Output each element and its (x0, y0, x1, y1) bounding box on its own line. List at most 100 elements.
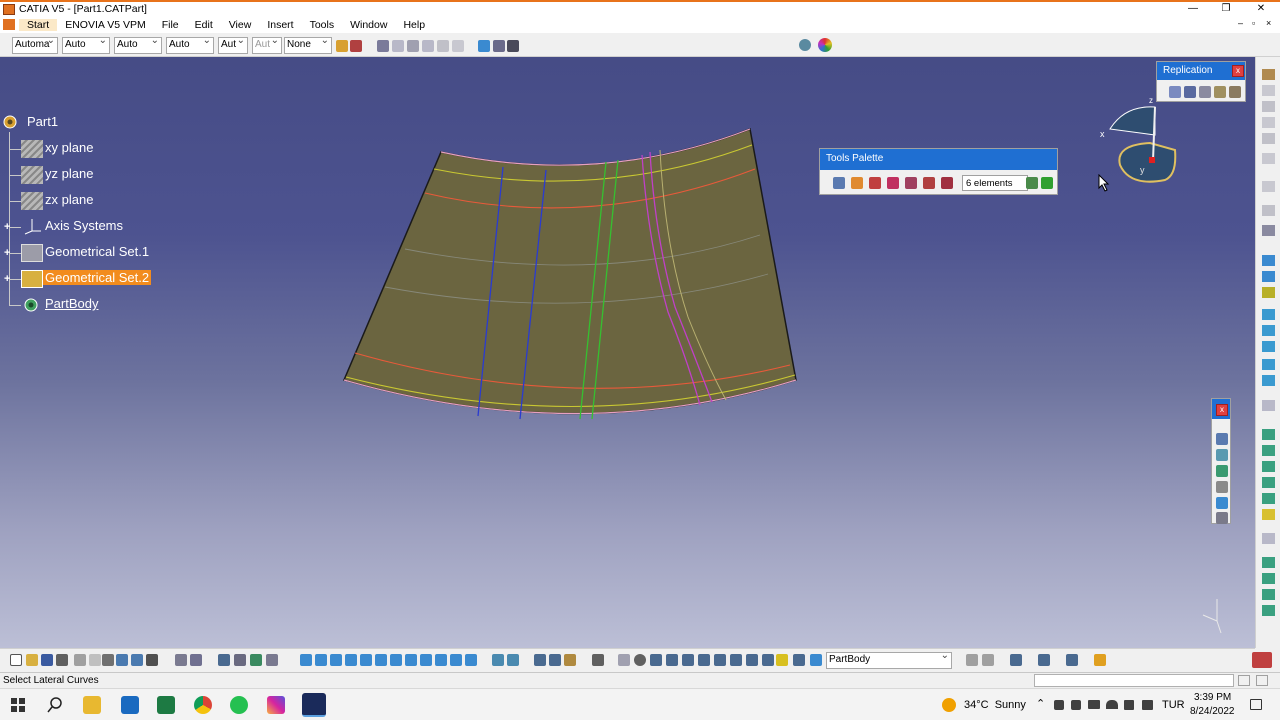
iso-view-icon[interactable] (390, 654, 402, 666)
instantiate-icon[interactable] (1229, 86, 1241, 98)
curves-filter-icon[interactable] (698, 654, 710, 666)
tree-item-xy-plane[interactable]: xy plane (45, 140, 93, 155)
tree-item-geometrical-set-2[interactable]: Geometrical Set.2 (43, 270, 152, 285)
zoom-out-icon[interactable] (345, 654, 357, 666)
transparency-combo[interactable]: Auto (62, 37, 110, 54)
file-explorer-icon[interactable] (83, 696, 101, 714)
color-wheel-icon[interactable] (818, 38, 832, 52)
part-gear-icon[interactable] (1, 113, 19, 131)
remove-icon[interactable] (887, 177, 899, 189)
whatsapp-icon[interactable] (230, 696, 248, 714)
symmetry-icon[interactable] (1262, 589, 1275, 600)
sun-filter-icon[interactable] (776, 654, 788, 666)
fit-all-icon[interactable] (190, 654, 202, 666)
normal-to-icon[interactable] (375, 654, 387, 666)
menu-enovia[interactable]: ENOVIA V5 VPM (57, 19, 154, 31)
render-icon[interactable] (465, 654, 477, 666)
fill-icon[interactable] (1262, 375, 1275, 386)
catia-doc-icon[interactable] (3, 19, 15, 30)
tree-item-axis-systems[interactable]: Axis Systems (45, 218, 123, 233)
sketcher-icon[interactable] (1262, 69, 1275, 80)
tree-item-zx-plane[interactable]: zx plane (45, 192, 93, 207)
fillet-icon[interactable] (1262, 533, 1275, 544)
measure-tool-icon[interactable] (564, 654, 576, 666)
clock-date[interactable]: 8/24/2022 (1190, 706, 1235, 717)
fly-mode-icon[interactable] (175, 654, 187, 666)
boundary-icon[interactable] (1262, 509, 1275, 520)
thickness-combo[interactable]: Auto (166, 37, 214, 54)
parallel-icon[interactable] (1216, 497, 1228, 509)
menu-window[interactable]: Window (342, 19, 395, 31)
select-curves-icon[interactable] (833, 177, 845, 189)
axis-tool-icon[interactable] (549, 654, 561, 666)
catia-taskbar-icon[interactable] (302, 693, 326, 717)
sweep-icon[interactable] (1262, 341, 1275, 352)
doc-close-icon[interactable]: × (1266, 18, 1271, 28)
rule-icon[interactable] (250, 654, 262, 666)
floating-close-icon[interactable]: x (1216, 404, 1228, 416)
update-all-icon[interactable] (507, 654, 519, 666)
curve-icon[interactable] (1216, 449, 1228, 461)
tree-item-geometrical-set-1[interactable]: Geometrical Set.1 (45, 244, 149, 259)
projection-icon[interactable] (1262, 153, 1275, 164)
points-icon[interactable] (682, 654, 694, 666)
intersection-icon[interactable] (1262, 181, 1275, 192)
paste-icon[interactable] (102, 654, 114, 666)
swap-space-icon[interactable] (450, 654, 462, 666)
menu-file[interactable]: File (154, 19, 187, 31)
offset-icon[interactable] (1216, 481, 1228, 493)
knowledge-icon[interactable] (507, 40, 519, 52)
update-icon[interactable] (492, 654, 504, 666)
hand-icon[interactable] (634, 654, 646, 666)
environment-icon[interactable] (1066, 654, 1078, 666)
constraint-icon[interactable] (377, 40, 389, 52)
windows-start-icon[interactable] (11, 698, 25, 712)
cut-icon[interactable] (74, 654, 86, 666)
tree-item-yz-plane[interactable]: yz plane (45, 166, 93, 181)
doc-restore-icon[interactable]: ▫ (1252, 18, 1255, 28)
blend-icon[interactable] (1262, 429, 1275, 440)
grid-icon[interactable] (650, 654, 662, 666)
grid-snap-icon[interactable] (982, 654, 994, 666)
multi-section-icon[interactable] (1262, 400, 1275, 411)
sphere-icon[interactable] (1262, 359, 1275, 370)
polyline-icon[interactable] (1262, 255, 1275, 266)
check-icon[interactable] (266, 654, 278, 666)
volumes-filter-icon[interactable] (730, 654, 742, 666)
workbench-icon[interactable] (1262, 85, 1275, 96)
capture-icon[interactable] (1094, 654, 1106, 666)
painter-icon[interactable] (336, 40, 348, 52)
wifi-icon[interactable] (1106, 700, 1118, 709)
instagram-icon[interactable] (267, 696, 285, 714)
sketch-icon[interactable] (478, 40, 490, 52)
shading-mode-icon[interactable] (420, 654, 432, 666)
menu-tools[interactable]: Tools (302, 19, 343, 31)
print-icon[interactable] (56, 654, 68, 666)
network-icon[interactable] (1124, 700, 1134, 710)
repetition-icon[interactable] (1169, 86, 1181, 98)
surfaces-filter-icon[interactable] (714, 654, 726, 666)
camera-icon[interactable] (592, 654, 604, 666)
zoom-area-icon[interactable] (360, 654, 372, 666)
revolve-icon[interactable] (1262, 325, 1275, 336)
tree-item-partbody[interactable]: PartBody (45, 296, 98, 311)
open-icon[interactable] (26, 654, 38, 666)
stack-icon[interactable] (793, 654, 805, 666)
tree-root-part1[interactable]: Part1 (27, 114, 58, 129)
hide-show-icon[interactable] (435, 654, 447, 666)
extract-icon[interactable] (1262, 205, 1275, 216)
clock-time[interactable]: 3:39 PM (1194, 692, 1231, 703)
menu-view[interactable]: View (221, 19, 260, 31)
linetype-combo[interactable]: Auto (114, 37, 162, 54)
language-indicator[interactable]: TUR (1162, 699, 1185, 711)
table-icon[interactable] (218, 654, 230, 666)
validate-icon[interactable] (1041, 177, 1053, 189)
view-mode-icon[interactable] (405, 654, 417, 666)
filter-icon[interactable] (923, 177, 935, 189)
weather-text[interactable]: 34°C Sunny (964, 699, 1026, 711)
properties-icon[interactable] (350, 40, 362, 52)
corner-icon[interactable] (1216, 512, 1228, 524)
rotate-view-icon[interactable] (315, 654, 327, 666)
chrome-icon[interactable] (194, 696, 212, 714)
maximize-icon[interactable]: ❐ (1211, 2, 1241, 16)
